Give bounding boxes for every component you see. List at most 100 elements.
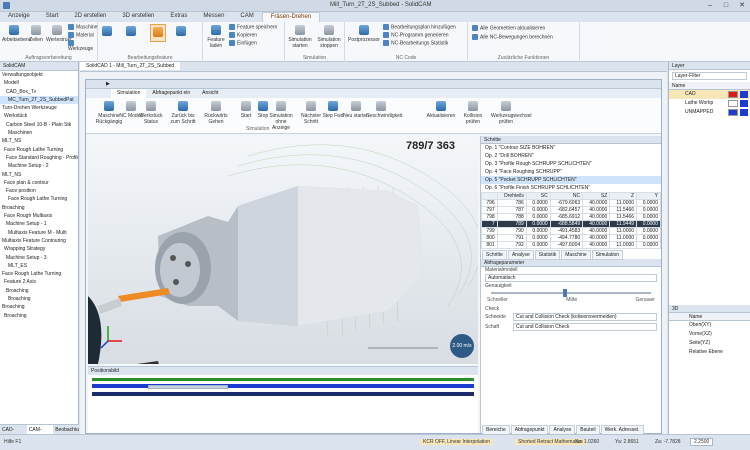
tools-button[interactable]: Werkzeuge — [68, 40, 98, 52]
tree-item[interactable]: Face Rough Multiaxis — [0, 212, 78, 220]
view-row[interactable]: Relative Ebene — [669, 348, 750, 357]
layer-color-swatch[interactable] — [728, 91, 738, 98]
sim-button[interactable]: Zurück bis zum Schritt — [168, 101, 198, 125]
list-item[interactable]: Op. 5 "Pocket SCHRUPP SCHLICHTEN" — [481, 176, 661, 184]
tree-item[interactable]: Turn-Drehen Werkzeuge — [0, 104, 78, 112]
tree-item[interactable]: MLT_ES — [0, 262, 78, 270]
tree-item[interactable]: CAD_Box_Tv — [0, 88, 78, 96]
play-icon[interactable]: ▶ — [106, 81, 110, 87]
tree-item[interactable]: Carbon Steel 10-B - Plain Stk — [0, 121, 78, 129]
arbeitsebene-button[interactable]: Arbeitsebene — [2, 25, 31, 43]
table-row[interactable]: 7 789 0.0000 -688.5849 40.0000 11.9449 0.0000 — [481, 220, 661, 228]
tree-item[interactable]: Machine Setup - 2 — [0, 162, 78, 170]
document-tab[interactable]: SolidCAD 1 - Mill_Turn_2T_2S_Subbed — [80, 62, 181, 70]
material-select[interactable]: Automatisch — [485, 274, 657, 282]
compute-nc-button[interactable]: Alle NC-Bewegungen berechnen — [472, 34, 578, 40]
tab-anzeige[interactable]: Anzeige — [0, 12, 38, 22]
view-row[interactable]: Seite(YZ) — [669, 339, 750, 348]
layer-filter[interactable]: Layer-Filter — [672, 72, 747, 80]
view-row[interactable]: Vorne(XZ) — [669, 330, 750, 339]
view-row[interactable]: Oben(XY) — [669, 321, 750, 330]
tree-item[interactable]: Face plan & contour — [0, 179, 78, 187]
layer-line-swatch[interactable] — [740, 100, 748, 107]
tab-cad-explorer[interactable]: CAD-Explorer — [0, 425, 27, 443]
table-row[interactable]: 800 791 0.0000 -494.7780 40.0000 11.0000 0.000… — [481, 234, 661, 242]
tree-item[interactable]: Broaching — [0, 295, 78, 303]
tree-item[interactable]: Multiaxis Feature Contouring — [0, 237, 78, 245]
layer-line-swatch[interactable] — [740, 109, 748, 116]
tree-item[interactable]: MLT_NS — [0, 137, 78, 145]
panel-tab[interactable]: Schritte — [482, 250, 507, 260]
tree-item[interactable]: Broaching — [0, 287, 78, 295]
panel-tab[interactable]: Maschine — [561, 250, 591, 260]
tab-3d[interactable]: 3D erstellen — [114, 12, 162, 22]
sim-button[interactable]: Aktualisieren — [426, 101, 456, 119]
tree-item[interactable]: Wrapping Strategy — [0, 245, 78, 253]
nc-statistics-button[interactable]: NC-Bearbeitungs Statistik — [383, 40, 469, 46]
list-item[interactable]: Op. 3 "Profile Rough SCHRUPP SCHLICHTEN" — [481, 160, 661, 168]
tree-item[interactable]: Machine Setup - 1 — [0, 220, 78, 228]
table-row[interactable]: 801 792 0.0000 -497.6004 40.0000 11.0000 0.000… — [481, 241, 661, 249]
tree-item[interactable]: Face Rough Lathe Turning — [0, 270, 78, 278]
tree-item[interactable]: Machine Setup - 3 — [0, 254, 78, 262]
shaft-select[interactable]: Cut and Collision Check — [513, 323, 657, 331]
sim-button[interactable]: Geschwindigkeit — [366, 101, 402, 119]
3d-viewport[interactable]: 789/7 363 2.00 m/s — [88, 136, 478, 364]
layer-row[interactable]: Lathe Workp — [669, 99, 750, 108]
table-row[interactable]: 796 786 0.0000 -679.6063 40.0000 11.0000 0.000… — [481, 199, 661, 207]
status-zoom[interactable]: 2.2500 — [690, 438, 714, 446]
minimize-button[interactable]: – — [704, 1, 716, 10]
tree-item[interactable]: Verwaltungsobjekt — [0, 71, 78, 79]
tab-start[interactable]: Start — [38, 12, 67, 22]
zeilen-button[interactable]: Zeilen — [28, 25, 44, 43]
panel-tab[interactable]: Statistik — [534, 250, 561, 260]
tree-item[interactable]: Feature 2 Axis — [0, 278, 78, 286]
maximize-button[interactable]: □ — [720, 1, 732, 10]
sim-button[interactable]: Rückwärts Gehen — [201, 101, 231, 125]
tree-item[interactable]: Broaching — [0, 303, 78, 311]
tree-item[interactable]: Werkstück — [0, 112, 78, 120]
tree-item[interactable]: Face position — [0, 187, 78, 195]
feature-laden-button[interactable]: Feature laden — [205, 25, 227, 49]
add-plan-button[interactable]: Bearbeitungsplan hinzufügen — [383, 24, 469, 30]
timeline-scroll[interactable] — [148, 385, 228, 389]
tree-item[interactable]: Maschinen — [0, 129, 78, 137]
table-row[interactable]: 797 787 0.0000 -682.6457 40.0000 11.5466 0.000… — [481, 206, 661, 214]
layer-row[interactable]: CAD — [669, 90, 750, 99]
tree-item[interactable]: Face Rough Lathe Turning — [0, 195, 78, 203]
tree-item[interactable]: Face Rough Lathe Turning — [0, 146, 78, 154]
list-item[interactable]: Op. 6 "Profile Finish SCHRUPP SCHLICHTEN… — [481, 184, 661, 192]
accuracy-slider[interactable] — [491, 289, 651, 297]
feature-save-button[interactable]: Feature speichern — [229, 24, 287, 30]
cut-select[interactable]: Cut and Collision Check (kolisionsvermei… — [513, 313, 657, 321]
generate-nc-button[interactable]: NC-Programm generieren — [383, 32, 469, 38]
tree-item[interactable]: MLT_NS — [0, 171, 78, 179]
feature-mill-button[interactable] — [126, 26, 136, 38]
tab-messen[interactable]: Messen — [195, 12, 232, 22]
table-row[interactable]: 798 788 0.0000 -685.6912 40.0000 11.5466 0.000… — [481, 213, 661, 221]
layer-color-swatch[interactable] — [728, 100, 738, 107]
copy-button[interactable]: Kopieren — [229, 32, 287, 38]
postprocessor-button[interactable]: Postprozessor — [347, 25, 381, 43]
list-item[interactable]: Op. 1 "Contour SIZE BOHREN" — [481, 144, 661, 152]
close-button[interactable]: ✕ — [736, 1, 748, 10]
tree-item[interactable]: Broaching — [0, 204, 78, 212]
list-item[interactable]: Op. 4 "Face Roughing SCHRUPP" — [481, 168, 661, 176]
tree-item[interactable]: Multiaxis Feature M - Multi — [0, 229, 78, 237]
machine-button[interactable]: Maschine — [68, 24, 98, 30]
feature-5axis-button[interactable] — [176, 26, 186, 38]
feature-turn-button[interactable] — [102, 26, 112, 38]
list-item[interactable]: Op. 2 "Drill BOHREN" — [481, 152, 661, 160]
tab-2d[interactable]: 2D erstellen — [66, 12, 114, 22]
tab-extras[interactable]: Extras — [162, 12, 195, 22]
table-row[interactable]: 799 790 0.0000 -491.4583 40.0000 11.0000 0.000… — [481, 227, 661, 235]
app-icon[interactable] — [3, 2, 10, 9]
sim-button[interactable]: Kollision prüfen — [458, 101, 488, 125]
sim-tab-view[interactable]: Ansicht — [196, 89, 224, 98]
tab-fraesen-drehen[interactable]: Fräsen-Drehen — [261, 12, 321, 22]
tab-beobachtung[interactable]: Beobachtung — [53, 425, 79, 434]
layer-row[interactable]: UNMAPPED — [669, 108, 750, 117]
sim-start-button[interactable]: Simulation starten — [287, 25, 313, 49]
update-geometry-button[interactable]: Alle Geometrien aktualisieren — [472, 25, 578, 31]
sim-tab-query[interactable]: Abfragepunkt ein — [146, 89, 196, 98]
